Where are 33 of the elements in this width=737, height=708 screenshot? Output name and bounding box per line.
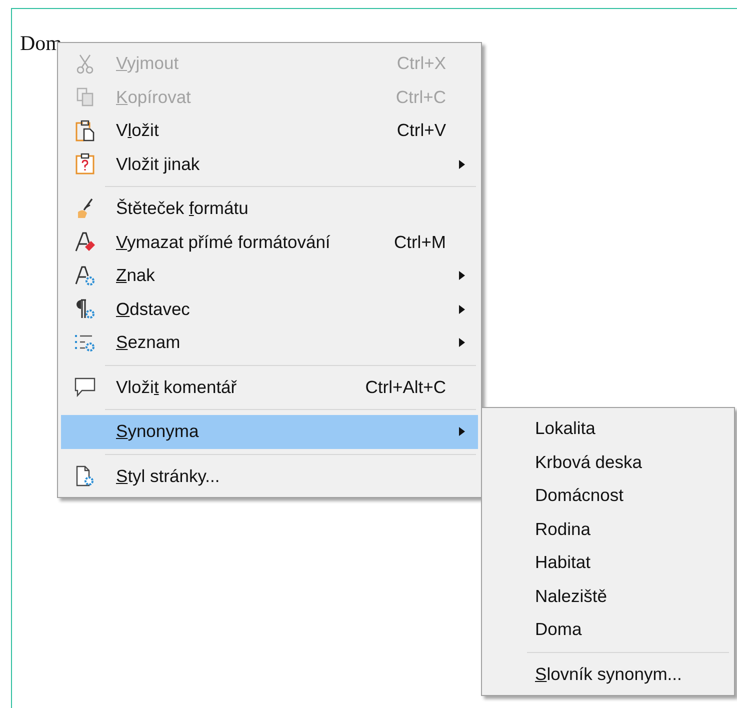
- comment-icon: [74, 376, 96, 398]
- paste-icon: [75, 120, 95, 142]
- submenu-arrow-icon: [459, 160, 465, 169]
- menu-item[interactable]: Slovník synonym...: [485, 658, 731, 691]
- scissors-icon: [76, 54, 94, 74]
- submenu-arrow-icon: [459, 304, 465, 314]
- paragraph-gear-icon: [74, 298, 96, 320]
- eraser-icon: [74, 231, 96, 254]
- menu-item[interactable]: Vymazat přímé formátování Ctrl+M: [61, 226, 478, 259]
- menu-item[interactable]: Seznam: [61, 326, 478, 360]
- submenu-arrow-icon: [459, 427, 465, 436]
- menu-item[interactable]: Vložit Ctrl+V: [61, 114, 478, 148]
- menu-item[interactable]: Krbová deska: [485, 446, 731, 479]
- menu-item[interactable]: Doma: [485, 613, 731, 646]
- character-gear-icon: [74, 264, 96, 287]
- menu-item[interactable]: Habitat: [485, 546, 731, 580]
- menu-item[interactable]: Styl stránky...: [61, 460, 478, 493]
- menu-item[interactable]: Znak: [61, 259, 478, 292]
- submenu-arrow-icon: [459, 338, 465, 348]
- copy-icon: [76, 87, 94, 108]
- menu-item[interactable]: Vložit komentář Ctrl+Alt+C: [61, 370, 478, 404]
- submenu-arrow-icon: [459, 271, 465, 280]
- menu-item[interactable]: Rodina: [485, 512, 731, 546]
- menu-item[interactable]: Naleziště: [485, 580, 731, 613]
- menu-item[interactable]: Domácnost: [485, 479, 731, 512]
- menu-item[interactable]: Odstavec: [61, 292, 478, 326]
- menu-item[interactable]: Lokalita: [485, 412, 731, 446]
- menu-item[interactable]: Štěteček formátu: [61, 192, 478, 226]
- clipboard-question-icon: [75, 153, 95, 176]
- page-gear-icon: [75, 465, 95, 488]
- menu-item[interactable]: Vložit jinak: [61, 148, 478, 181]
- highlighted-menu-item[interactable]: Synonyma: [61, 415, 478, 448]
- brush-icon: [75, 198, 95, 220]
